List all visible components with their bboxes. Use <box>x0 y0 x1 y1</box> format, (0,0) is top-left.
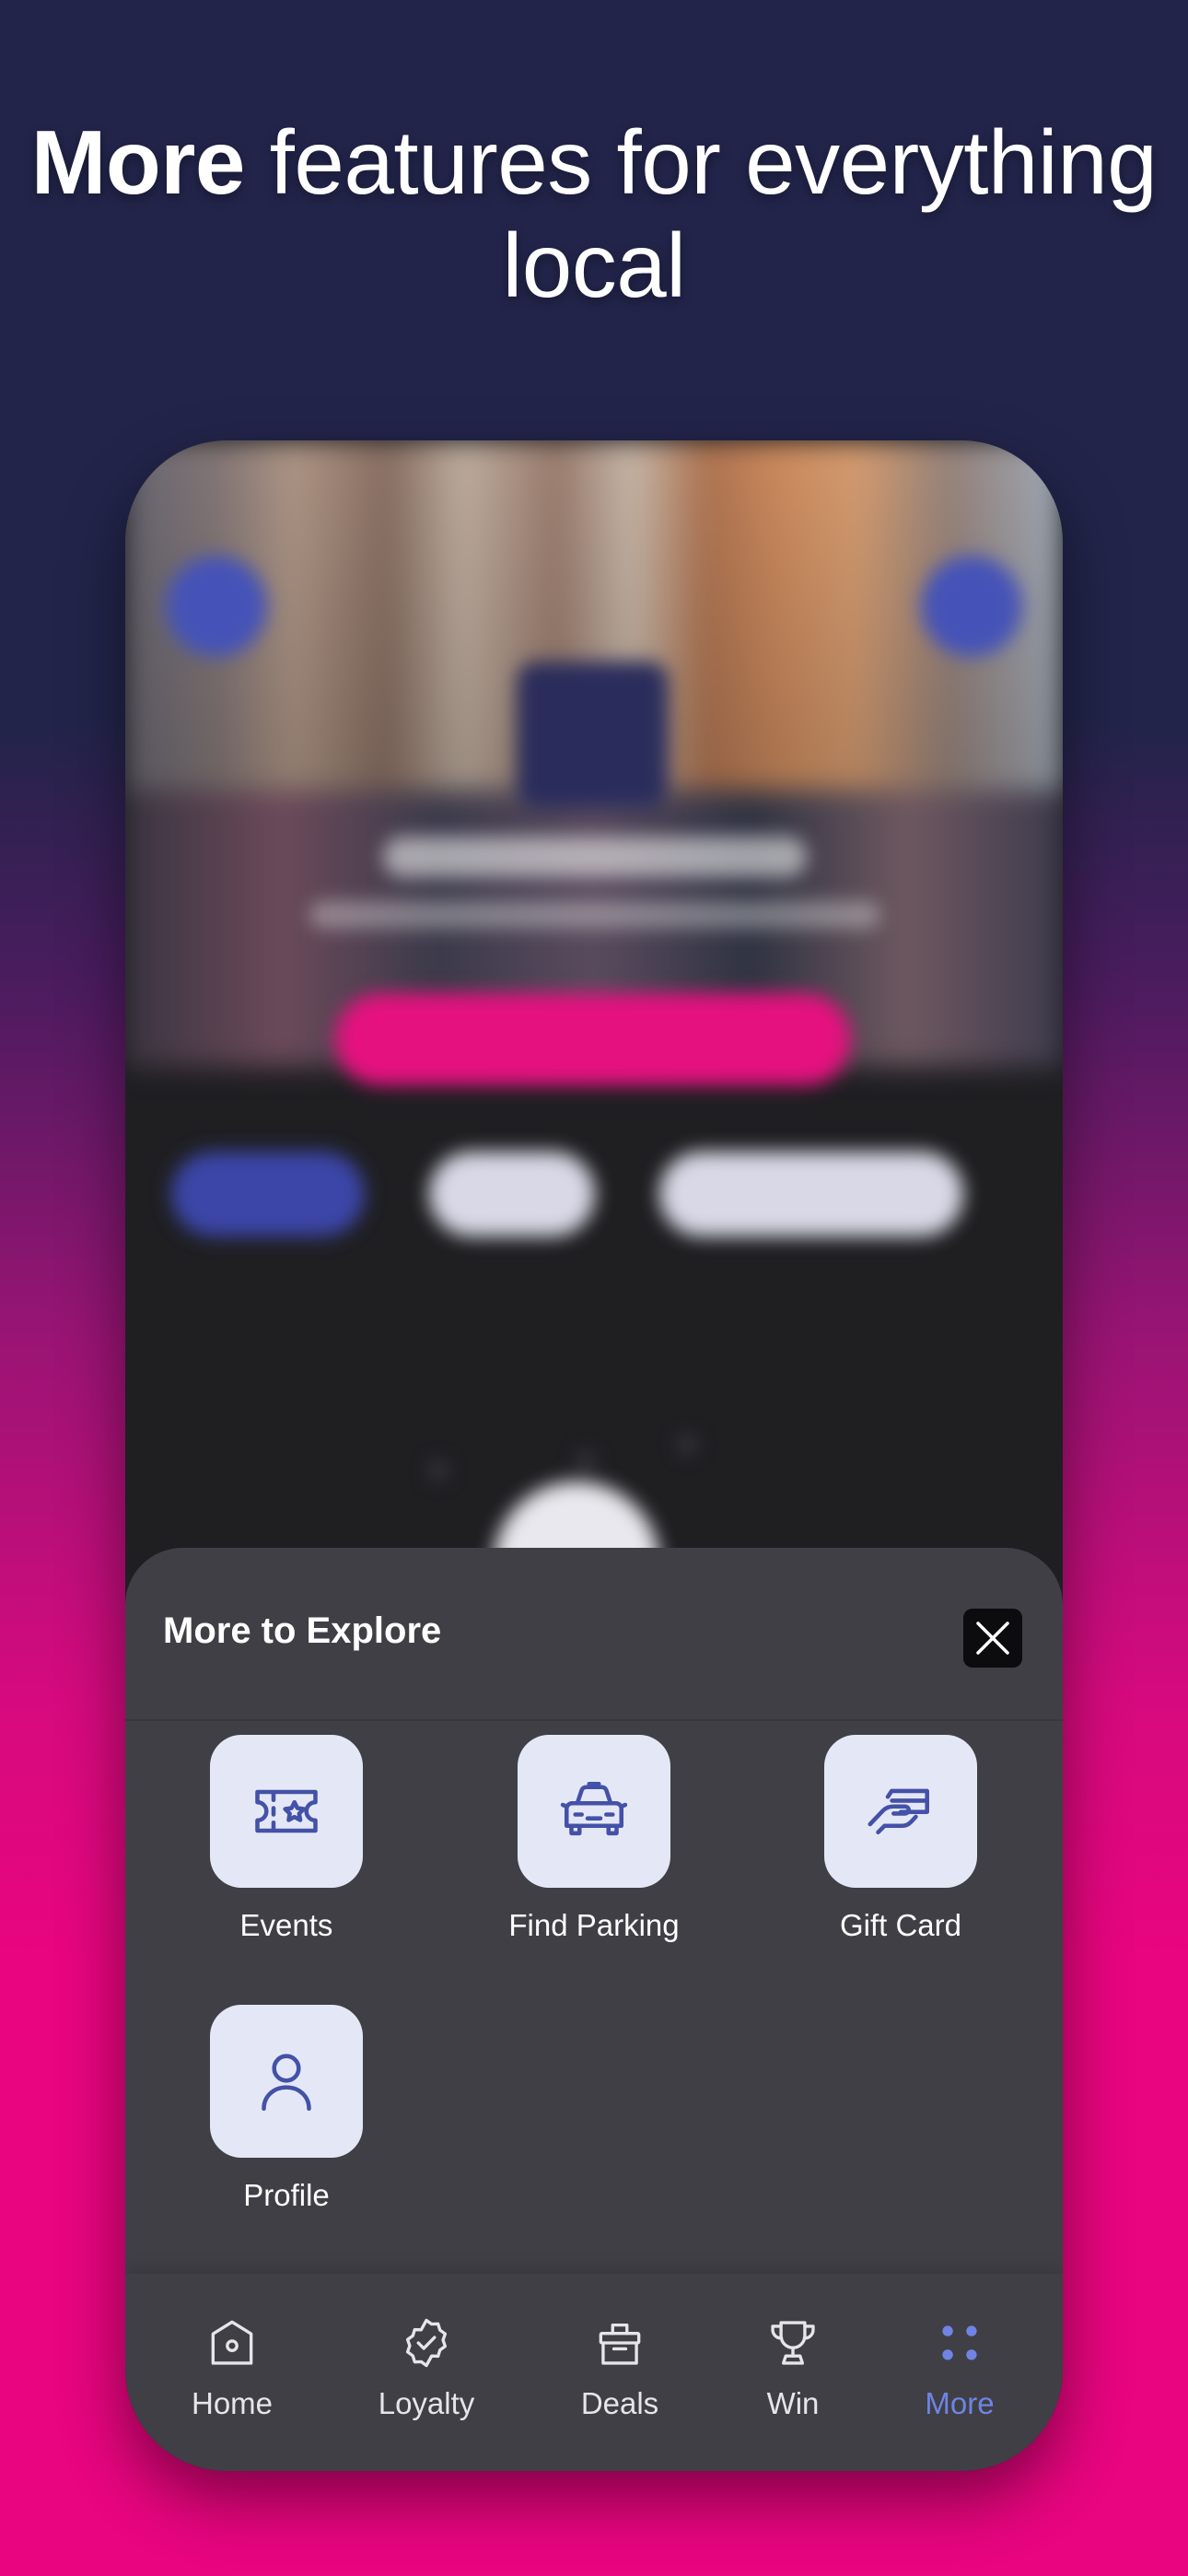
marketing-headline: More features for everything local <box>0 111 1188 317</box>
blurred-chip-competitions <box>659 1152 963 1236</box>
grid-dots-icon <box>942 2325 977 2360</box>
close-icon <box>976 1622 1009 1655</box>
blurred-subtitle <box>309 901 880 929</box>
tab-home[interactable]: Home <box>158 2313 306 2421</box>
blurred-dot <box>577 1452 595 1470</box>
tab-win-label: Win <box>766 2386 820 2420</box>
tile-find-parking-icon-box <box>518 1735 670 1888</box>
blurred-chip-deals <box>429 1152 595 1236</box>
gift-box-icon <box>599 2323 641 2365</box>
tab-more[interactable]: More <box>886 2313 1033 2421</box>
sheet-divider <box>125 1719 1063 1721</box>
car-icon <box>560 1781 628 1836</box>
blurred-location-button <box>166 556 267 657</box>
badge-check-icon <box>405 2318 448 2368</box>
tile-profile-label: Profile <box>243 2178 330 2212</box>
tile-gift-card-icon-box <box>824 1735 977 1888</box>
ticket-icon <box>255 1789 318 1833</box>
tile-gift-card-label: Gift Card <box>839 1908 962 1942</box>
tab-more-label: More <box>925 2386 995 2420</box>
blurred-dot <box>678 1435 696 1454</box>
blurred-greeting <box>383 837 807 877</box>
tab-loyalty[interactable]: Loyalty <box>353 2313 500 2421</box>
trophy-icon <box>771 2321 815 2365</box>
tile-find-parking-label: Find Parking <box>508 1908 680 1942</box>
headline-bold: More <box>30 111 246 213</box>
user-icon <box>262 2054 311 2112</box>
tile-profile-icon-box <box>210 2005 363 2158</box>
blurred-dot <box>429 1461 448 1480</box>
blurred-town-logo <box>517 662 669 809</box>
tile-gift-card[interactable]: Gift Card <box>763 1735 1039 1943</box>
tile-find-parking[interactable]: Find Parking <box>456 1735 732 1943</box>
blurred-avatar <box>921 556 1022 657</box>
phone-frame: More to Explore Events Find Parking Gift… <box>125 440 1063 2471</box>
close-button[interactable] <box>963 1609 1022 1668</box>
tab-loyalty-label: Loyalty <box>378 2386 475 2420</box>
blurred-scan-qr-button <box>335 993 851 1085</box>
tab-home-label: Home <box>191 2386 274 2420</box>
tab-deals[interactable]: Deals <box>546 2313 693 2421</box>
home-icon <box>211 2320 253 2365</box>
tile-events[interactable]: Events <box>148 1735 425 1943</box>
tab-win[interactable]: Win <box>719 2313 867 2421</box>
tile-profile[interactable]: Profile <box>148 2005 425 2213</box>
tile-events-icon-box <box>210 1735 363 1888</box>
bottom-tab-bar: Home Loyalty Deals Win More <box>125 2274 1063 2471</box>
tab-deals-label: Deals <box>580 2386 659 2420</box>
blurred-chip-loyalty <box>171 1152 365 1236</box>
sheet-title: More to Explore <box>163 1610 442 1651</box>
headline-rest: features for everything local <box>269 111 1158 316</box>
tile-events-label: Events <box>239 1908 333 1942</box>
gift-card-icon <box>868 1788 929 1835</box>
